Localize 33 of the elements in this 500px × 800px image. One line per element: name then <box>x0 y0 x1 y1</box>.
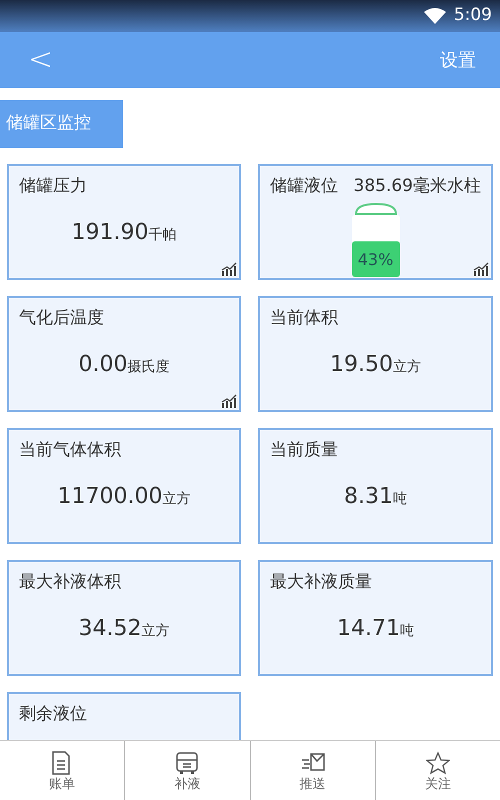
metric-unit: 千帕 <box>148 226 176 244</box>
metric-label: 储罐液位 <box>270 175 338 198</box>
metric-unit: 吨 <box>400 622 414 640</box>
metric-label: 最大补液体积 <box>19 571 122 594</box>
metric-value: 34.52 <box>78 614 142 642</box>
nav-tab[interactable]: 账单 <box>0 741 126 800</box>
metric-unit: 吨 <box>392 490 407 508</box>
status-time: 5:09 <box>454 4 492 28</box>
metric-label: 剩余液位 <box>19 703 88 726</box>
truck-icon <box>175 751 200 775</box>
metric-value: 191.90 <box>72 218 148 246</box>
metric-label: 最大补液质量 <box>270 571 373 594</box>
metric-value: 11700.00 <box>58 482 162 510</box>
metric-label: 当前质量 <box>270 439 339 462</box>
metric-value: 8.31 <box>344 482 393 510</box>
metric-unit: 立方 <box>392 358 421 376</box>
metric-value: 385.69毫米水柱 <box>354 175 481 198</box>
star-icon <box>426 751 450 775</box>
tank-percent: 43% <box>356 248 394 270</box>
nav-tab[interactable]: 关注 <box>376 741 500 800</box>
nav-tab[interactable]: 推送 <box>250 741 376 800</box>
metric-label: 气化后温度 <box>19 307 105 330</box>
metric-unit: 立方 <box>141 622 170 640</box>
metric-label: 当前体积 <box>270 307 339 330</box>
metric-unit: 摄氏度 <box>127 358 170 376</box>
metric-unit: 立方 <box>162 490 190 508</box>
wifi-icon <box>424 8 446 24</box>
metric-label: 储罐压力 <box>19 175 88 198</box>
metric-value: 14.71 <box>337 614 400 642</box>
metric-label: 当前气体体积 <box>19 439 122 462</box>
metric-value: 19.50 <box>330 350 393 378</box>
metric-value: 0.00 <box>78 350 128 378</box>
nav-tab[interactable]: 补液 <box>125 741 250 800</box>
